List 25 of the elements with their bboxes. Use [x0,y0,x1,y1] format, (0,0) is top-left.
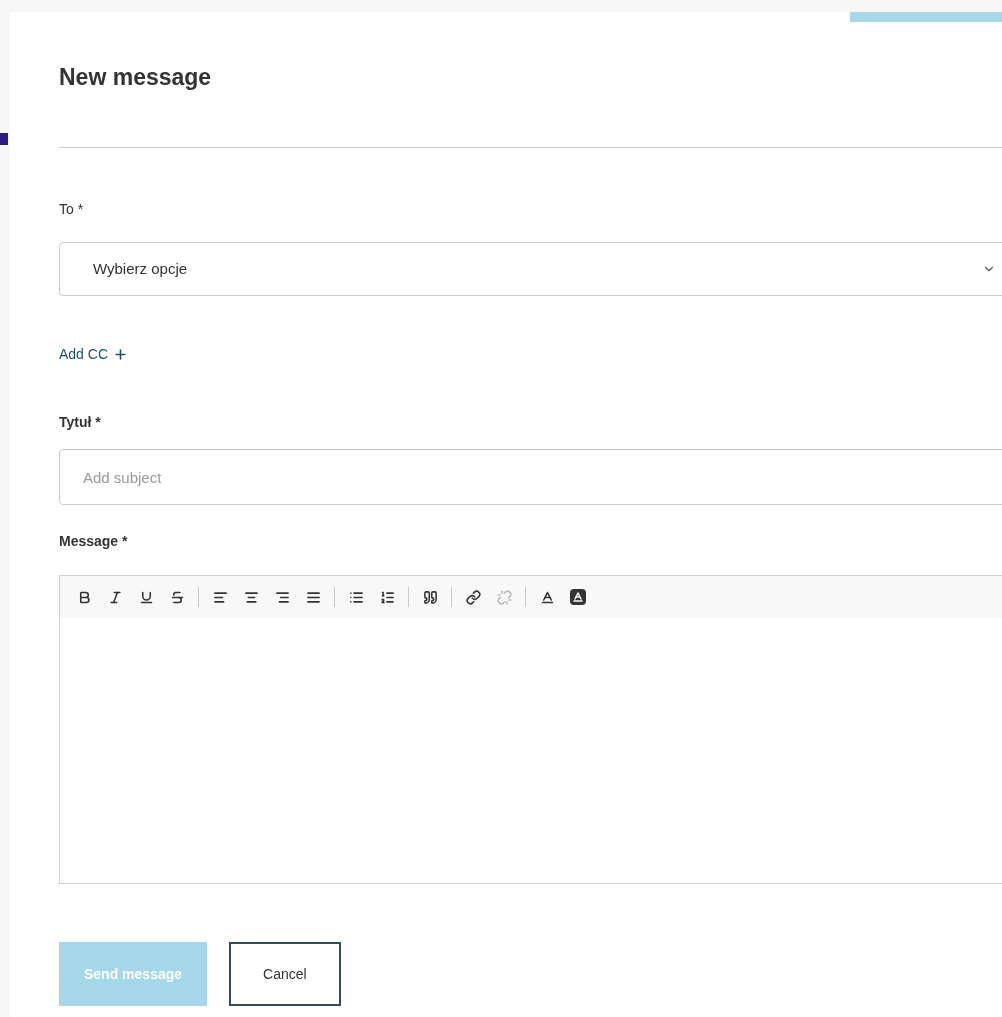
align-right-icon [274,589,290,605]
recipient-select[interactable]: Wybierz opcje [59,242,1002,296]
subject-field[interactable]: Add subject [59,449,1002,505]
align-left-icon [212,589,228,605]
strikethrough-icon [169,589,185,605]
select-value: Wybierz opcje [93,258,188,279]
quote-icon [422,589,438,605]
field-label: Tytuł * [59,413,102,432]
background-color-icon [570,589,586,605]
italic-icon [107,589,123,605]
bullet-list-icon [348,589,364,605]
add-cc-link[interactable]: Add CC [59,344,129,365]
numbered-list-icon [379,589,395,605]
field-label: To * [59,200,85,219]
align-justify-icon [305,589,321,605]
text-color-icon [539,589,555,605]
align-center-icon [243,589,259,605]
underline-icon [138,589,154,605]
plus-icon [113,347,129,362]
unlink-icon [496,589,512,605]
cancel-button[interactable]: Cancel [229,942,341,1006]
field-label: Message * [59,532,129,551]
link-icon [465,589,481,605]
dialog-title: New message [59,66,213,89]
edge-marker [0,133,8,145]
